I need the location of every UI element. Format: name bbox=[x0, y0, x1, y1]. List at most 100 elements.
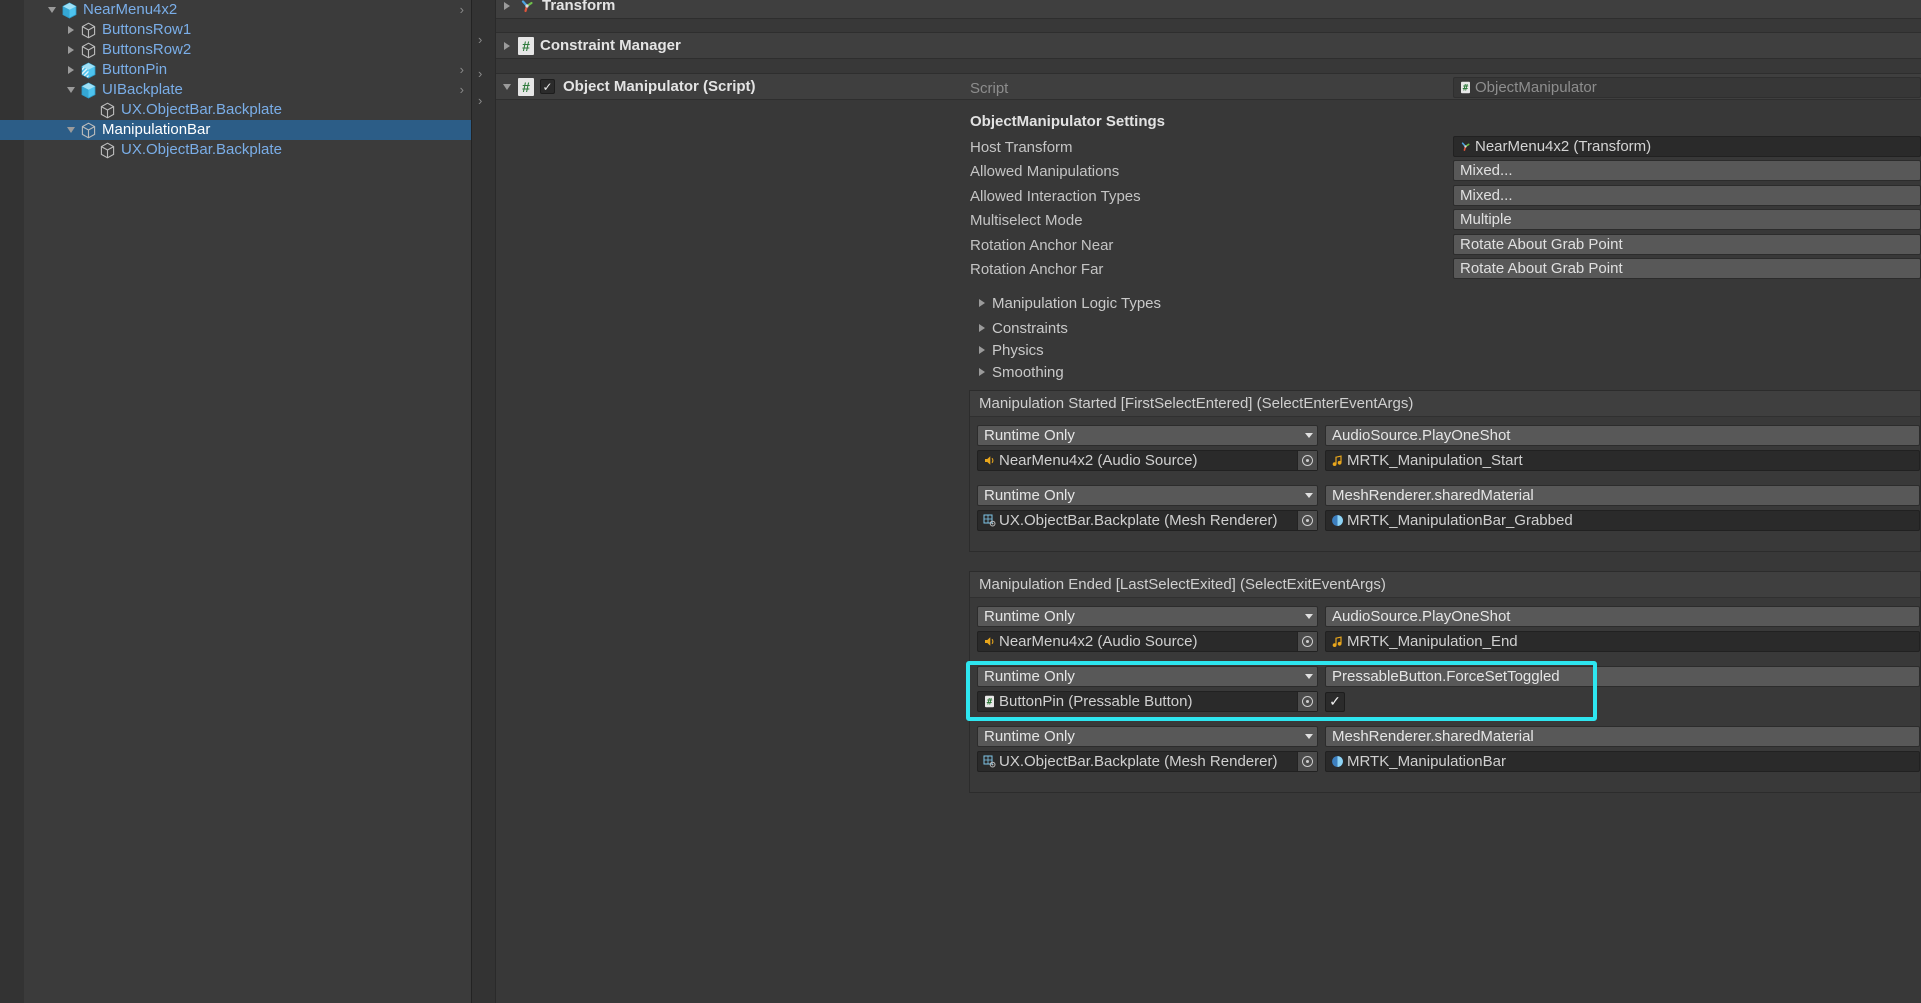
object-picker-icon[interactable] bbox=[1297, 451, 1317, 470]
callback-target-object-field[interactable]: NearMenu4x2 (Audio Source) bbox=[977, 631, 1318, 652]
open-prefab-chevron-icon[interactable]: › bbox=[460, 63, 464, 77]
field-label: Allowed Interaction Types bbox=[970, 187, 1141, 205]
hierarchy-item-buttonpin[interactable]: ButtonPin › bbox=[0, 60, 471, 80]
hierarchy-item-ux-objectbar-backplate[interactable]: UX.ObjectBar.Backplate bbox=[0, 140, 471, 160]
callback-mode-label: Runtime Only bbox=[984, 668, 1075, 685]
hierarchy-item-buttonsrow2[interactable]: ButtonsRow2 bbox=[0, 40, 471, 60]
chevron-down-icon bbox=[1305, 493, 1313, 498]
unity-event-target-row: UX.ObjectBar.Backplate (Mesh Renderer) M… bbox=[970, 508, 1920, 533]
twirl-collapsed-icon[interactable] bbox=[62, 26, 80, 34]
field-dropdown[interactable]: Mixed... bbox=[1453, 160, 1921, 181]
foldout-manipulation-logic-types[interactable]: Manipulation Logic Types bbox=[496, 295, 1161, 312]
callback-mode-dropdown[interactable]: Runtime Only bbox=[977, 726, 1318, 747]
callback-target-object-field[interactable]: UX.ObjectBar.Backplate (Mesh Renderer) bbox=[977, 751, 1318, 772]
object-picker-icon[interactable] bbox=[1297, 752, 1317, 771]
field-value: Multiple bbox=[1460, 211, 1512, 228]
chevron-down-icon bbox=[1305, 614, 1313, 619]
callback-mode-dropdown[interactable]: Runtime Only bbox=[977, 606, 1318, 627]
callback-argument-label: MRTK_Manipulation_End bbox=[1347, 633, 1518, 650]
unity-event-title: Manipulation Ended [LastSelectExited] (S… bbox=[970, 572, 1920, 598]
callback-method-dropdown[interactable]: MeshRenderer.sharedMaterial bbox=[1325, 485, 1920, 506]
hierarchy-item-buttonsrow1[interactable]: ButtonsRow1 bbox=[0, 20, 471, 40]
component-title: Constraint Manager bbox=[540, 37, 681, 54]
script-icon: # bbox=[1459, 81, 1472, 94]
hierarchy-item-nearmenu4x2[interactable]: NearMenu4x2 › bbox=[0, 0, 471, 20]
twirl-collapsed-icon[interactable] bbox=[62, 66, 80, 74]
twirl-collapsed-icon[interactable] bbox=[979, 368, 985, 376]
gutter-chevron-icon[interactable]: › bbox=[478, 32, 482, 47]
twirl-collapsed-icon[interactable] bbox=[496, 41, 518, 50]
callback-method-dropdown[interactable]: PressableButton.ForceSetToggled bbox=[1325, 666, 1920, 687]
foldout-row[interactable]: Constraints bbox=[496, 316, 1921, 340]
foldout-constraints[interactable]: Constraints bbox=[496, 320, 1068, 337]
callback-target-object-field[interactable]: # ButtonPin (Pressable Button) bbox=[977, 691, 1318, 712]
audio-clip-icon bbox=[1331, 635, 1344, 648]
twirl-collapsed-icon[interactable] bbox=[496, 1, 518, 10]
field-dropdown[interactable]: Multiple bbox=[1453, 209, 1921, 230]
hierarchy-item-label: ManipulationBar bbox=[102, 121, 211, 138]
transform-icon bbox=[518, 0, 536, 15]
open-prefab-chevron-icon[interactable]: › bbox=[460, 3, 464, 17]
callback-argument-object-field[interactable]: MRTK_ManipulationBar_Grabbed bbox=[1325, 510, 1920, 531]
twirl-collapsed-icon[interactable] bbox=[979, 324, 985, 332]
foldout-row[interactable]: Manipulation Logic Types bbox=[496, 291, 1921, 315]
host-transform-object-field[interactable]: NearMenu4x2 (Transform) bbox=[1453, 136, 1921, 157]
object-picker-icon[interactable] bbox=[1297, 692, 1317, 711]
foldout-row[interactable]: Physics bbox=[496, 338, 1921, 362]
component-header-transform[interactable]: Transform bbox=[496, 0, 1921, 19]
callback-target-label: ButtonPin (Pressable Button) bbox=[999, 693, 1193, 710]
prefab-cube-icon bbox=[80, 82, 97, 99]
gutter-chevron-icon[interactable]: › bbox=[478, 66, 482, 81]
callback-method-dropdown[interactable]: MeshRenderer.sharedMaterial bbox=[1325, 726, 1920, 747]
callback-target-object-field[interactable]: NearMenu4x2 (Audio Source) bbox=[977, 450, 1318, 471]
twirl-expanded-icon[interactable] bbox=[62, 127, 80, 133]
hierarchy-item-uibackplate[interactable]: UIBackplate › bbox=[0, 80, 471, 100]
hierarchy-item-manipulationbar[interactable]: ManipulationBar bbox=[0, 120, 471, 140]
gutter-chevron-icon[interactable]: › bbox=[478, 93, 482, 108]
script-icon: # bbox=[518, 36, 534, 55]
script-icon: # bbox=[983, 695, 996, 708]
callback-mode-dropdown[interactable]: Runtime Only bbox=[977, 485, 1318, 506]
callback-mode-dropdown[interactable]: Runtime Only bbox=[977, 425, 1318, 446]
twirl-expanded-icon[interactable] bbox=[62, 87, 80, 93]
open-prefab-chevron-icon[interactable]: › bbox=[460, 83, 464, 97]
foldout-label: Physics bbox=[992, 341, 1044, 359]
callback-bool-arg-checkbox[interactable]: ✓ bbox=[1325, 691, 1345, 712]
callback-method-dropdown[interactable]: AudioSource.PlayOneShot bbox=[1325, 606, 1920, 627]
callback-argument-object-field[interactable]: MRTK_Manipulation_Start bbox=[1325, 450, 1920, 471]
callback-target-object-field[interactable]: UX.ObjectBar.Backplate (Mesh Renderer) bbox=[977, 510, 1318, 531]
field-label: Multiselect Mode bbox=[970, 211, 1083, 229]
foldout-smoothing[interactable]: Smoothing bbox=[496, 364, 1064, 381]
callback-argument-object-field[interactable]: MRTK_ManipulationBar bbox=[1325, 751, 1920, 772]
object-picker-icon[interactable] bbox=[1297, 632, 1317, 651]
field-dropdown[interactable]: Mixed... bbox=[1453, 185, 1921, 206]
unity-event-entry: Runtime Only MeshRenderer.sharedMaterial… bbox=[970, 724, 1920, 774]
twirl-expanded-icon[interactable] bbox=[43, 7, 61, 13]
inspector-panel: › › › Transform # Constraint Manager # ✓ … bbox=[472, 0, 1921, 1003]
twirl-collapsed-icon[interactable] bbox=[979, 346, 985, 354]
foldout-row[interactable]: Smoothing bbox=[496, 360, 1921, 384]
callback-mode-label: Runtime Only bbox=[984, 487, 1075, 504]
field-dropdown[interactable]: Rotate About Grab Point bbox=[1453, 234, 1921, 255]
transform-icon bbox=[1459, 140, 1472, 153]
callback-mode-label: Runtime Only bbox=[984, 427, 1075, 444]
foldout-physics[interactable]: Physics bbox=[496, 342, 1044, 359]
audio-source-icon bbox=[983, 635, 996, 648]
callback-method-label: AudioSource.PlayOneShot bbox=[1332, 427, 1511, 444]
gameobject-cube-icon bbox=[80, 122, 97, 139]
foldout-label: Constraints bbox=[992, 319, 1068, 337]
callback-argument-object-field[interactable]: MRTK_Manipulation_End bbox=[1325, 631, 1920, 652]
twirl-collapsed-icon[interactable] bbox=[62, 46, 80, 54]
field-value: NearMenu4x2 (Transform) bbox=[1475, 138, 1652, 155]
hierarchy-item-label: UX.ObjectBar.Backplate bbox=[121, 141, 282, 158]
field-dropdown[interactable]: Rotate About Grab Point bbox=[1453, 258, 1921, 279]
unity-event-block: Manipulation Started [FirstSelectEntered… bbox=[969, 390, 1921, 552]
field-value: Mixed... bbox=[1460, 187, 1513, 204]
callback-mode-dropdown[interactable]: Runtime Only bbox=[977, 666, 1318, 687]
callback-method-dropdown[interactable]: AudioSource.PlayOneShot bbox=[1325, 425, 1920, 446]
object-picker-icon[interactable] bbox=[1297, 511, 1317, 530]
twirl-collapsed-icon[interactable] bbox=[979, 299, 985, 307]
callback-method-label: MeshRenderer.sharedMaterial bbox=[1332, 487, 1534, 504]
component-header-constraint-manager[interactable]: # Constraint Manager bbox=[496, 32, 1921, 59]
hierarchy-item-ux-objectbar-backplate[interactable]: UX.ObjectBar.Backplate bbox=[0, 100, 471, 120]
